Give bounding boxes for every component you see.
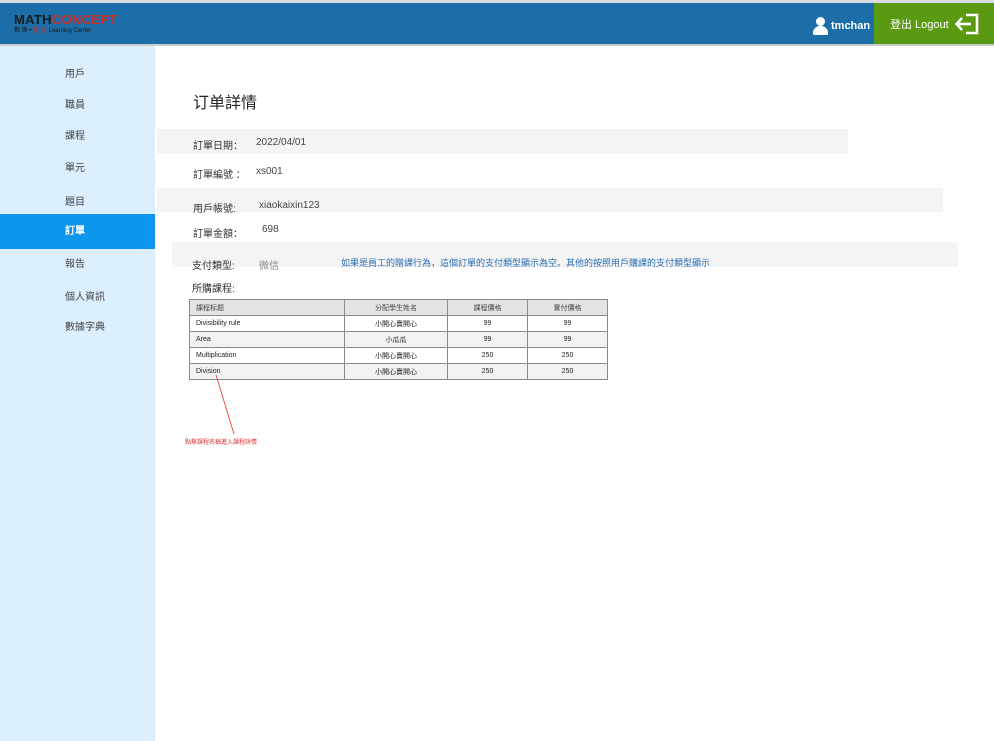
- order-number-label: 訂單編號 ：: [193, 170, 246, 181]
- column-header-course-price: 課程價格: [447, 299, 528, 316]
- logo-accent-text: CONCEPT: [51, 12, 118, 27]
- student-name: 小開心賣開心: [344, 347, 448, 364]
- username: tmchan: [831, 20, 871, 32]
- payment-type-label: 支付類型:: [192, 261, 235, 272]
- payment-type-note: 如果是員工的贈課行為，這個訂單的支付類型顯示為空。其他的按照用戶購課的支付類型顯…: [341, 258, 711, 268]
- user-profile[interactable]: tmchan: [813, 16, 870, 36]
- payment-type-value: 微信: [259, 261, 279, 272]
- course-title-link[interactable]: Multiplication: [189, 347, 345, 364]
- order-number-value: xs001: [256, 166, 283, 177]
- account-label: 用戶帳號:: [193, 204, 236, 215]
- student-name: 小開心賣開心: [344, 315, 448, 332]
- paid-price: 250: [527, 363, 608, 380]
- order-date-value: 2022/04/01: [256, 137, 307, 148]
- courses-table: 課程标题 分配學生姓名 課程價格 實付價格 Divisibility rule …: [189, 299, 608, 380]
- table-header-row: 課程标题 分配學生姓名 課程價格 實付價格: [189, 299, 608, 316]
- sidebar-item-units[interactable]: 單元: [0, 157, 155, 181]
- annotation-text: 點擊課程名稱進入課程詳情: [185, 440, 258, 446]
- student-name: 小開心賣開心: [344, 363, 448, 380]
- paid-price: 99: [527, 331, 608, 348]
- student-name: 小瓜瓜: [344, 331, 448, 348]
- sidebar-item-courses[interactable]: 課程: [0, 125, 155, 149]
- order-date-label: 訂單日期：: [193, 141, 243, 152]
- sidebar-item-reports[interactable]: 報告: [0, 253, 155, 277]
- user-icon: [813, 17, 828, 35]
- order-amount-label: 訂單金額：: [193, 229, 243, 240]
- page-title: 订单詳情: [193, 95, 258, 112]
- sidebar-item-orders[interactable]: 訂單: [0, 214, 155, 249]
- course-price: 250: [447, 363, 528, 380]
- sidebar-item-dictionary[interactable]: 數據字典: [0, 316, 155, 340]
- logo-sub-red: 概 念: [33, 28, 47, 34]
- purchased-courses-label: 所購課程:: [192, 284, 235, 295]
- logo-sub-right: Learning Center: [48, 28, 92, 34]
- sidebar-item-profile[interactable]: 個人資訊: [0, 286, 155, 310]
- course-price: 99: [447, 315, 528, 332]
- logout-button[interactable]: 登出 Logout: [874, 3, 994, 44]
- table-row: Division 小開心賣開心 250 250: [189, 363, 608, 380]
- paid-price: 250: [527, 347, 608, 364]
- column-header-paid-price: 實付價格: [527, 299, 608, 316]
- logo-sub-left: 數 學 •: [14, 28, 32, 34]
- course-title-link[interactable]: Area: [189, 331, 345, 348]
- math-concept-logo[interactable]: MATHCONCEPT 數 學 • 概 念 Learning Center: [14, 13, 124, 37]
- logout-label: 登出 Logout: [890, 18, 949, 31]
- top-header: MATHCONCEPT 數 學 • 概 念 Learning Center tm…: [0, 0, 994, 46]
- course-price: 99: [447, 331, 528, 348]
- order-amount-value: 698: [262, 224, 279, 235]
- sidebar-item-questions[interactable]: 題目: [0, 191, 155, 215]
- account-value: xiaokaixin123: [259, 200, 320, 211]
- logo-main-text: MATH: [14, 12, 52, 27]
- table-row: Area 小瓜瓜 99 99: [189, 331, 608, 348]
- course-price: 250: [447, 347, 528, 364]
- sidebar-item-staff[interactable]: 職員: [0, 94, 155, 118]
- table-row: Multiplication 小開心賣開心 250 250: [189, 347, 608, 364]
- column-header-course-title: 課程标题: [189, 299, 345, 316]
- paid-price: 99: [527, 315, 608, 332]
- column-header-student-name: 分配學生姓名: [344, 299, 448, 316]
- course-title-link[interactable]: Divisibility rule: [189, 315, 345, 332]
- table-row: Divisibility rule 小開心賣開心 99 99: [189, 315, 608, 332]
- sidebar-item-users[interactable]: 用戶: [0, 63, 155, 87]
- course-title-link[interactable]: Division: [189, 363, 345, 380]
- logout-arrow-icon: [955, 13, 979, 35]
- sidebar: 用戶 職員 課程 單元 題目 訂單 報告 個人資訊 數據字典: [0, 46, 155, 741]
